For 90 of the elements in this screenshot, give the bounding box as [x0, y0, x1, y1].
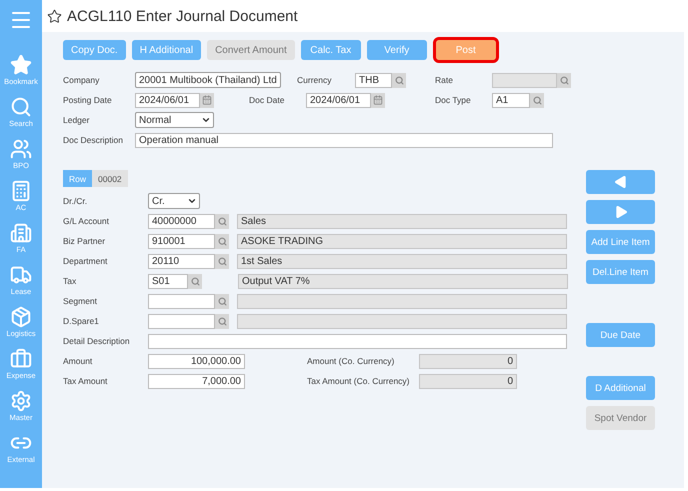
- next-button[interactable]: [586, 200, 655, 224]
- search-icon: [218, 316, 226, 326]
- description-field: Sales: [237, 214, 567, 228]
- action-button[interactable]: Due Date: [586, 323, 655, 347]
- field-label: Company: [63, 75, 100, 85]
- search-icon: [190, 276, 200, 286]
- search-icon: [218, 296, 226, 306]
- row-tab[interactable]: Row: [63, 170, 92, 187]
- search-button[interactable]: [215, 234, 229, 248]
- input-field[interactable]: Operation manual: [135, 132, 553, 148]
- toolbar-button[interactable]: Verify: [366, 40, 427, 60]
- field-label: Dr./Cr.: [63, 196, 88, 206]
- input-field[interactable]: S01: [148, 274, 188, 288]
- calendar-icon: [373, 95, 383, 105]
- input-field[interactable]: 20110: [148, 254, 215, 268]
- field-label: Currency: [297, 75, 332, 85]
- toolbar-button[interactable]: H Additional: [132, 40, 202, 60]
- window-title: ACGL110 Enter Journal Document: [67, 8, 298, 24]
- search-icon: [10, 96, 32, 118]
- amount-field: 0: [419, 374, 517, 388]
- previous-button[interactable]: [586, 170, 655, 194]
- search-button[interactable]: [530, 92, 544, 108]
- people-icon: [10, 138, 32, 160]
- search-button[interactable]: [557, 72, 571, 88]
- briefcase-icon: [10, 348, 32, 370]
- box-icon: [10, 306, 32, 328]
- toolbar-button[interactable]: Copy Doc.: [63, 40, 126, 60]
- calendar-icon: [202, 95, 212, 105]
- description-field: ASOKE TRADING: [237, 234, 567, 248]
- left-triangle-icon: [612, 174, 628, 190]
- row-tab[interactable]: 00002: [92, 170, 128, 187]
- input-field[interactable]: 40000000: [148, 214, 215, 228]
- field-label: D.Spare1: [63, 316, 100, 326]
- calendar-button[interactable]: [200, 92, 214, 108]
- date-field[interactable]: 2024/06/01: [306, 92, 371, 108]
- input-field[interactable]: THB: [355, 72, 392, 88]
- field-label: Amount (Co. Currency): [307, 356, 396, 366]
- star-icon: [10, 54, 32, 76]
- field-label: Department: [63, 256, 108, 266]
- description-field: 1st Sales: [237, 254, 567, 268]
- action-button[interactable]: Add Line Item: [586, 230, 655, 254]
- truck-icon: [10, 264, 32, 286]
- field-label: Doc Date: [249, 95, 286, 105]
- field-label: Tax Amount: [63, 376, 108, 386]
- search-icon: [560, 76, 568, 84]
- dropdown[interactable]: Normal: [135, 112, 214, 128]
- field-label: Biz Partner: [63, 236, 106, 246]
- amount-field[interactable]: 100,000.00: [148, 354, 245, 368]
- search-button[interactable]: [392, 72, 406, 88]
- dropdown[interactable]: 20001 Multibook (Thailand) Ltd: [135, 72, 281, 88]
- search-icon: [394, 76, 404, 84]
- search-icon: [218, 256, 226, 266]
- search-button[interactable]: [215, 314, 229, 328]
- field-label: Tax Amount (Co. Currency): [307, 376, 411, 386]
- field-label: Segment: [63, 296, 98, 306]
- input-field[interactable]: 910001: [148, 234, 215, 248]
- input-field[interactable]: [148, 334, 567, 348]
- dropdown[interactable]: Cr.: [148, 193, 200, 209]
- amount-field: 0: [419, 354, 517, 368]
- search-button[interactable]: [215, 214, 229, 228]
- calendar-button[interactable]: [371, 92, 385, 108]
- input-field[interactable]: [148, 294, 215, 308]
- action-button[interactable]: D Additional: [586, 376, 655, 400]
- field-label: G/L Account: [63, 216, 110, 226]
- search-button[interactable]: [215, 294, 229, 308]
- field-label: Ledger: [63, 115, 90, 125]
- action-button[interactable]: Del.Line Item: [586, 260, 655, 284]
- search-icon: [218, 216, 226, 226]
- toolbar-button[interactable]: Post: [436, 40, 496, 60]
- search-icon: [218, 236, 226, 246]
- search-button[interactable]: [188, 274, 202, 288]
- star-icon[interactable]: [47, 8, 62, 24]
- field-label: Detail Description: [63, 336, 131, 346]
- calculator-icon: [10, 180, 32, 202]
- date-field[interactable]: 2024/06/01: [135, 92, 200, 108]
- input-field[interactable]: [148, 314, 215, 328]
- settings-icon: [10, 390, 32, 412]
- field-label: Doc Description: [63, 135, 124, 145]
- field-label: Doc Type: [435, 95, 472, 105]
- toolbar-button[interactable]: Calc. Tax: [300, 40, 361, 60]
- search-icon: [532, 96, 542, 104]
- field-label: Posting Date: [63, 95, 113, 105]
- field-label: Rate: [435, 75, 454, 85]
- amount-field[interactable]: 7,000.00: [148, 374, 245, 388]
- description-field: Output VAT 7%: [238, 274, 568, 288]
- search-button[interactable]: [215, 254, 229, 268]
- input-field[interactable]: A1: [492, 92, 530, 108]
- field-label: Tax: [63, 276, 78, 286]
- field-label: Amount: [63, 356, 94, 366]
- building-icon: [10, 222, 32, 244]
